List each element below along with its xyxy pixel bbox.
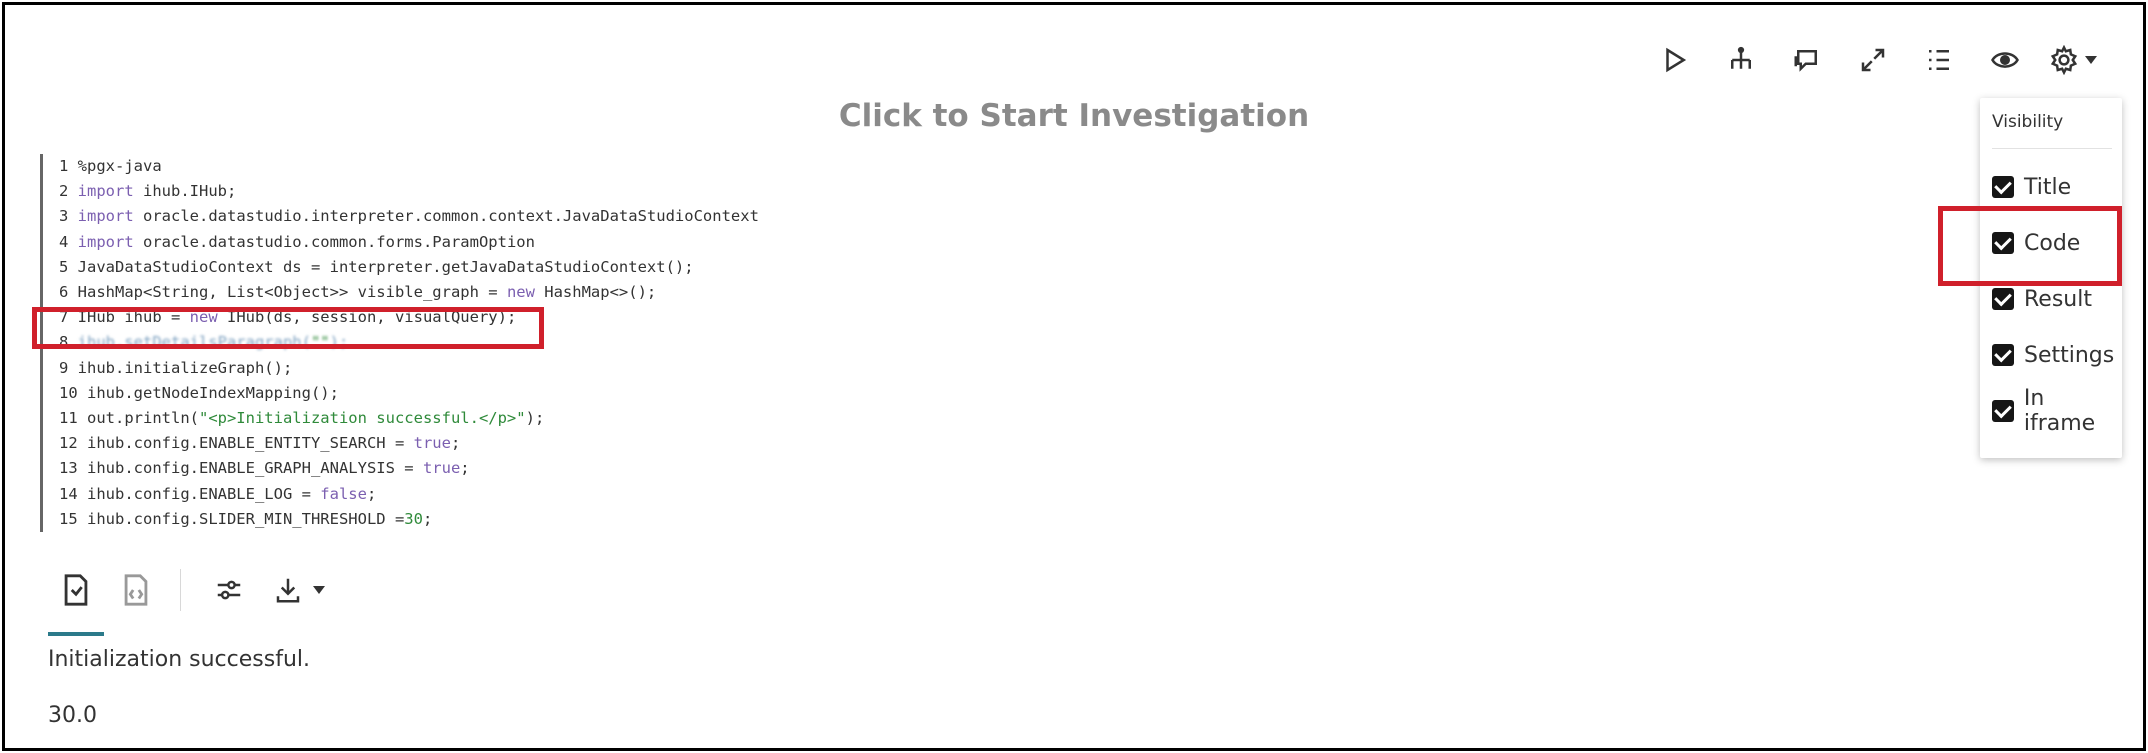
- line-number: 13: [59, 459, 87, 478]
- code-line: 5 JavaDataStudioContext ds = interpreter…: [59, 255, 1989, 280]
- checkbox-checked[interactable]: [1992, 344, 2014, 366]
- option-label: Settings: [2024, 342, 2115, 368]
- result-view-tab[interactable]: [46, 560, 106, 636]
- visibility-heading: Visibility: [1992, 112, 2064, 132]
- run-button[interactable]: [1642, 36, 1708, 84]
- code-line: 6 HashMap<String, List<Object>> visible_…: [59, 280, 1989, 305]
- code-text: out.println("<p>Initialization successfu…: [87, 409, 545, 428]
- line-number: 1: [59, 157, 78, 175]
- visibility-result-option[interactable]: Result: [1992, 284, 2092, 314]
- result-icon: [64, 574, 88, 606]
- line-number: 5: [59, 257, 78, 276]
- chevron-down-icon: [2085, 56, 2097, 64]
- expand-button[interactable]: [1840, 36, 1906, 84]
- download-icon: [276, 578, 300, 603]
- option-label: In iframe: [2023, 386, 2096, 436]
- code-text: oracle.datastudio.common.forms.ParamOpti…: [133, 232, 535, 251]
- code-text: ihub.initializeGraph();: [77, 358, 293, 377]
- code-line: 14 ihub.config.ENABLE_LOG = false;: [59, 482, 1989, 507]
- code-line: 10 ihub.getNodeIndexMapping();: [59, 381, 1989, 406]
- line-number: 2: [59, 182, 78, 201]
- list-icon: [1929, 50, 1949, 70]
- highlight-box-code-line: [32, 307, 544, 349]
- code-line: 4 import oracle.datastudio.common.forms.…: [59, 230, 1989, 255]
- html-view-tab[interactable]: [106, 560, 166, 620]
- code-text: JavaDataStudioContext ds = interpreter.g…: [77, 257, 694, 276]
- settings-dropdown-button[interactable]: [2038, 36, 2108, 84]
- comment-icon: [1794, 50, 1817, 72]
- line-number: 12: [59, 434, 87, 453]
- code-line: 13 ihub.config.ENABLE_GRAPH_ANALYSIS = t…: [59, 456, 1989, 481]
- code-line: 1 %pgx-java: [59, 154, 1989, 179]
- visibility-iframe-option[interactable]: In iframe: [1992, 386, 2122, 436]
- visibility-settings-option[interactable]: Settings: [1992, 340, 2114, 370]
- code-text: ihub.config.ENABLE_ENTITY_SEARCH = true;: [87, 434, 461, 453]
- output-text: Initialization successful.: [48, 647, 311, 672]
- checkbox-checked[interactable]: [1992, 400, 2014, 422]
- line-number: 6: [59, 283, 78, 302]
- line-number: 9: [59, 358, 78, 377]
- line-number: 11: [59, 409, 87, 428]
- checkbox-checked[interactable]: [1992, 176, 2014, 198]
- code-line: 15 ihub.config.SLIDER_MIN_THRESHOLD =30;: [59, 507, 1989, 532]
- line-number: 3: [59, 207, 78, 226]
- comment-button[interactable]: [1774, 36, 1840, 84]
- output-value: 30.0: [48, 703, 97, 728]
- visibility-title-option[interactable]: Title: [1992, 172, 2071, 202]
- run-icon: [1666, 47, 1687, 73]
- eye-icon: [1991, 52, 2019, 68]
- code-text: ihub.config.SLIDER_MIN_THRESHOLD =30;: [87, 509, 433, 528]
- result-settings-button[interactable]: [199, 560, 259, 620]
- line-number: 4: [59, 232, 78, 251]
- code-keyword: import: [77, 232, 134, 251]
- settings-icon: [217, 580, 241, 600]
- option-label: Title: [2024, 174, 2072, 200]
- paragraph-toolbar: [1642, 36, 2108, 84]
- option-label: Result: [2024, 286, 2092, 312]
- toolbar-divider: [180, 569, 181, 611]
- code-text: ihub.getNodeIndexMapping();: [87, 383, 339, 402]
- code-keyword: import: [77, 207, 134, 226]
- expand-icon: [1861, 48, 1885, 72]
- hierarchy-icon: [1731, 46, 1751, 69]
- highlight-box-code-option: [1938, 206, 2122, 286]
- code-text: oracle.datastudio.interpreter.common.con…: [133, 207, 759, 226]
- paragraph-title[interactable]: Click to Start Investigation: [0, 98, 2148, 134]
- menu-divider: [1992, 148, 2112, 149]
- hierarchy-button[interactable]: [1708, 36, 1774, 84]
- code-line: 2 import ihub.IHub;: [59, 179, 1989, 204]
- html-icon: [124, 574, 148, 606]
- line-number: 15: [59, 509, 87, 528]
- list-button[interactable]: [1906, 36, 1972, 84]
- gear-icon: [2050, 45, 2078, 75]
- checkbox-checked[interactable]: [1992, 288, 2014, 310]
- code-line: 9 ihub.initializeGraph();: [59, 356, 1989, 381]
- code-line: 3 import oracle.datastudio.interpreter.c…: [59, 204, 1989, 229]
- code-text: ihub.IHub;: [133, 182, 237, 201]
- visibility-button[interactable]: [1972, 36, 2038, 84]
- line-number: 14: [59, 484, 87, 503]
- chevron-down-icon: [313, 586, 325, 594]
- download-button[interactable]: [269, 560, 329, 620]
- result-toolbar: [46, 560, 329, 636]
- code-keyword: import: [77, 182, 134, 201]
- code-line: 12 ihub.config.ENABLE_ENTITY_SEARCH = tr…: [59, 431, 1989, 456]
- code-text: ihub.config.ENABLE_LOG = false;: [87, 484, 377, 503]
- line-number: 10: [59, 383, 87, 402]
- code-line: 11 out.println("<p>Initialization succes…: [59, 406, 1989, 431]
- code-text: %pgx-java: [77, 157, 162, 175]
- code-text: HashMap<String, List<Object>> visible_gr…: [77, 283, 657, 302]
- code-text: ihub.config.ENABLE_GRAPH_ANALYSIS = true…: [87, 459, 470, 478]
